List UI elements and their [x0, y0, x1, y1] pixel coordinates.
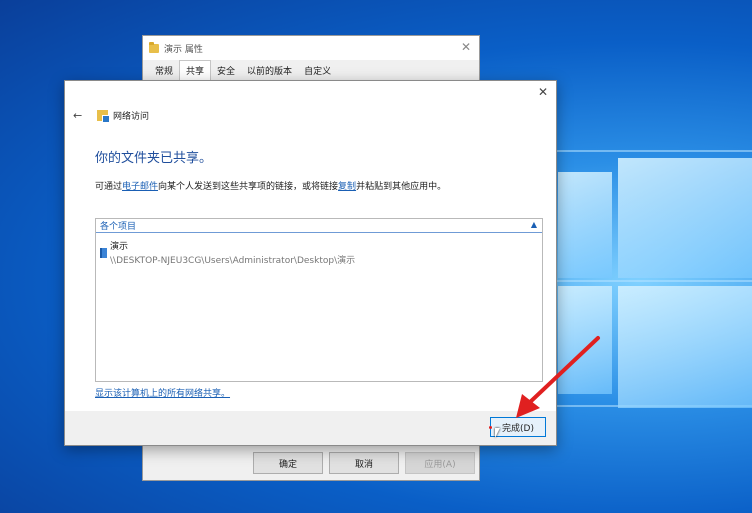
- properties-tabs: 常规 共享 安全 以前的版本 自定义: [143, 60, 479, 80]
- mouse-cursor-icon: [495, 428, 500, 438]
- items-group-header[interactable]: 各个项目 ▲: [96, 219, 542, 233]
- windows-logo-pane: [558, 286, 612, 394]
- apply-button[interactable]: 应用(A): [405, 452, 475, 474]
- click-indicator: [489, 426, 492, 429]
- wizard-nav-title: 网络访问: [113, 112, 150, 122]
- network-access-dialog: ✕ ← 网络访问 你的文件夹已共享。 可通过电子邮件向某个人发送到这些共享项的链…: [64, 80, 557, 446]
- tab-customize[interactable]: 自定义: [298, 61, 337, 80]
- tab-security[interactable]: 安全: [211, 61, 241, 80]
- list-item[interactable]: 演示 \\DESKTOP-NJEU3CG\Users\Administrator…: [96, 239, 542, 269]
- description-text: 并粘贴到其他应用中。: [356, 182, 447, 192]
- cancel-button[interactable]: 取消: [329, 452, 399, 474]
- show-all-shares-link[interactable]: 显示该计算机上的所有网络共享。: [95, 386, 230, 399]
- description-text: 可通过: [95, 182, 123, 192]
- back-arrow-icon[interactable]: ←: [73, 109, 87, 122]
- properties-button-bar: 确定 取消 应用(A): [143, 450, 479, 476]
- ok-button[interactable]: 确定: [253, 452, 323, 474]
- tab-sharing[interactable]: 共享: [179, 60, 212, 80]
- close-icon[interactable]: ✕: [538, 85, 548, 99]
- wizard-footer: 完成(D): [65, 411, 556, 445]
- windows-logo-pane: [618, 286, 752, 408]
- wizard-description: 可通过电子邮件向某个人发送到这些共享项的链接，或将链接复制并粘贴到其他应用中。: [95, 179, 446, 192]
- shared-items-list: 各个项目 ▲ 演示 \\DESKTOP-NJEU3CG\Users\Admini…: [95, 218, 543, 382]
- item-name: 演示: [110, 242, 129, 252]
- description-text: 向某个人发送到这些共享项的链接，或将链接: [158, 182, 339, 192]
- close-icon[interactable]: ✕: [461, 40, 471, 54]
- tab-previous-versions[interactable]: 以前的版本: [241, 61, 298, 80]
- properties-titlebar: 演示 属性 ✕: [143, 36, 479, 60]
- tab-general[interactable]: 常规: [149, 61, 179, 80]
- item-path: \\DESKTOP-NJEU3CG\Users\Administrator\De…: [110, 256, 356, 266]
- properties-title: 演示 属性: [164, 44, 203, 55]
- wizard-heading: 你的文件夹已共享。: [95, 151, 213, 166]
- folder-icon: [149, 41, 159, 53]
- windows-logo-pane: [618, 158, 752, 278]
- email-link[interactable]: 电子邮件: [122, 182, 158, 192]
- items-group-label: 各个项目: [100, 222, 137, 232]
- wizard-nav: ← 网络访问: [73, 109, 150, 123]
- collapse-chevron-icon[interactable]: ▲: [531, 220, 537, 229]
- windows-logo-pane: [558, 172, 612, 278]
- network-access-icon: [97, 110, 110, 123]
- copy-link[interactable]: 复制: [338, 182, 356, 192]
- shared-folder-icon: [100, 248, 107, 258]
